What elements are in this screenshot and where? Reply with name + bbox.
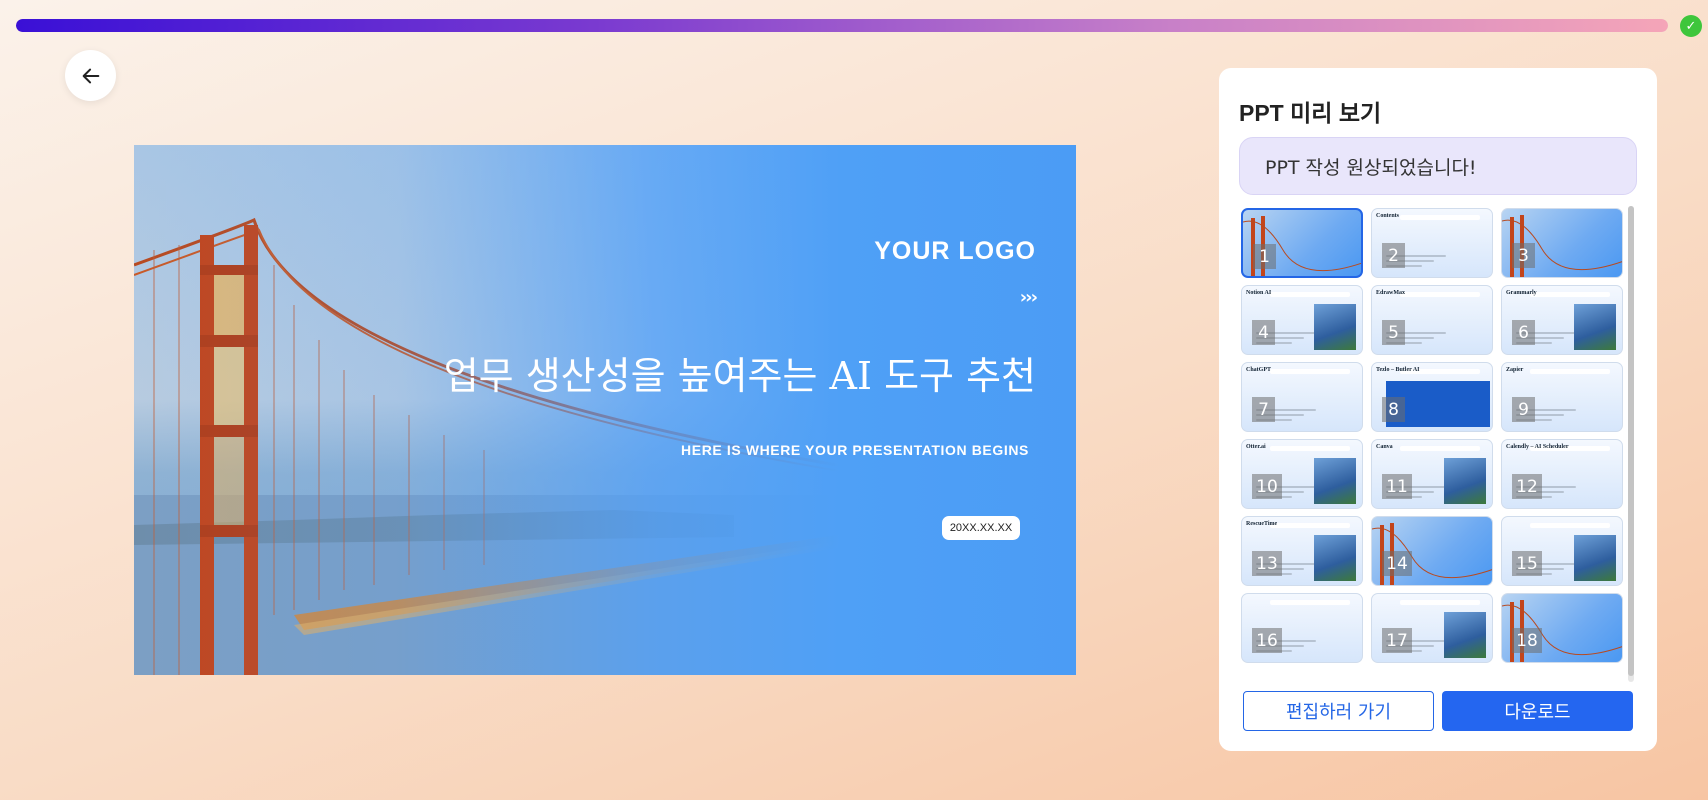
thumb-number: 14 xyxy=(1382,551,1412,576)
thumb-number: 3 xyxy=(1512,243,1535,268)
thumb-header: Contents xyxy=(1376,213,1400,219)
thumbnail-list: 1 Contents 2 3 Notion AI 4 EdrawMax 5 Grammarly 6… xyxy=(1241,208,1633,671)
slide-thumbnail[interactable]: Zapier 9 xyxy=(1501,362,1623,432)
thumb-header: Canva xyxy=(1376,444,1393,450)
thumb-number: 16 xyxy=(1252,628,1282,653)
thumb-number: 8 xyxy=(1382,397,1405,422)
scroll-thumb[interactable] xyxy=(1628,206,1634,676)
slide-thumbnail[interactable]: Notion AI 4 xyxy=(1241,285,1363,355)
thumb-header-bar xyxy=(1530,523,1610,528)
thumb-header: Notion AI xyxy=(1246,290,1272,296)
thumb-number: 13 xyxy=(1252,551,1282,576)
thumb-header-bar xyxy=(1400,292,1480,297)
thumb-photo xyxy=(1444,612,1486,658)
thumb-number: 2 xyxy=(1382,243,1405,268)
thumb-photo xyxy=(1314,458,1356,504)
thumb-number: 7 xyxy=(1252,397,1275,422)
arrow-left-icon xyxy=(82,68,99,83)
chevrons-icon: ››› xyxy=(1019,287,1038,308)
thumb-number: 10 xyxy=(1252,474,1282,499)
thumb-header: Grammarly xyxy=(1506,290,1537,296)
thumb-photo xyxy=(1314,535,1356,581)
thumb-header-bar xyxy=(1400,446,1480,451)
thumb-header-bar xyxy=(1270,446,1350,451)
thumb-number: 12 xyxy=(1512,474,1542,499)
thumb-header: EdrawMax xyxy=(1376,290,1405,296)
progress-bar xyxy=(16,19,1668,32)
slide-preview: YOUR LOGO ››› 업무 생산성을 높여주는 AI 도구 추천 HERE… xyxy=(134,145,1076,675)
preview-panel: PPT 미리 보기 PPT 작성 원상되었습니다! 1 Contents 2 3 Not… xyxy=(1219,68,1657,751)
thumb-header-bar xyxy=(1530,369,1610,374)
thumb-header: Otter.ai xyxy=(1246,444,1266,450)
thumb-header-bar xyxy=(1270,369,1350,374)
slide-subtitle: HERE IS WHERE YOUR PRESENTATION BEGINS xyxy=(681,442,1029,458)
thumb-photo xyxy=(1574,304,1616,350)
thumb-number: 1 xyxy=(1253,244,1276,269)
thumb-header-bar xyxy=(1530,292,1610,297)
thumb-number: 15 xyxy=(1512,551,1542,576)
thumb-number: 11 xyxy=(1382,474,1412,499)
thumb-header: Tezlo – Butler AI xyxy=(1376,367,1420,373)
status-message: PPT 작성 원상되었습니다! xyxy=(1239,137,1637,195)
thumb-header-bar xyxy=(1270,292,1350,297)
thumb-header-bar xyxy=(1400,600,1480,605)
slide-thumbnail[interactable]: 15 xyxy=(1501,516,1623,586)
thumb-number: 17 xyxy=(1382,628,1412,653)
slide-thumbnail[interactable]: 16 xyxy=(1241,593,1363,663)
thumb-photo xyxy=(1574,535,1616,581)
thumbnail-scrollbar[interactable] xyxy=(1628,206,1634,682)
slide-thumbnail[interactable]: RescueTime 13 xyxy=(1241,516,1363,586)
slide-thumbnail[interactable]: 18 xyxy=(1501,593,1623,663)
thumb-photo xyxy=(1314,304,1356,350)
slide-thumbnail[interactable]: Contents 2 xyxy=(1371,208,1493,278)
check-icon: ✓ xyxy=(1680,15,1702,37)
thumb-number: 9 xyxy=(1512,397,1535,422)
slide-logo: YOUR LOGO xyxy=(874,237,1036,265)
thumb-photo xyxy=(1444,458,1486,504)
thumb-number: 4 xyxy=(1252,320,1275,345)
thumb-number: 5 xyxy=(1382,320,1405,345)
slide-thumbnail[interactable]: 17 xyxy=(1371,593,1493,663)
slide-thumbnail[interactable]: Otter.ai 10 xyxy=(1241,439,1363,509)
slide-thumbnail[interactable]: EdrawMax 5 xyxy=(1371,285,1493,355)
thumb-header: ChatGPT xyxy=(1246,367,1272,373)
slide-thumbnail[interactable]: 3 xyxy=(1501,208,1623,278)
slide-overlay xyxy=(134,145,1076,675)
slide-thumbnail[interactable]: Grammarly 6 xyxy=(1501,285,1623,355)
thumb-header: Calendly – AI Scheduler xyxy=(1506,444,1569,450)
thumb-header: Zapier xyxy=(1506,367,1524,373)
thumb-number: 18 xyxy=(1512,628,1542,653)
thumb-number: 6 xyxy=(1512,320,1535,345)
download-button[interactable]: 다운로드 xyxy=(1442,691,1633,731)
slide-thumbnail[interactable]: 1 xyxy=(1241,208,1363,278)
slide-date: 20XX.XX.XX xyxy=(942,516,1020,540)
panel-title: PPT 미리 보기 xyxy=(1239,100,1382,126)
slide-thumbnail[interactable]: Tezlo – Butler AI 8 xyxy=(1371,362,1493,432)
thumb-header-bar xyxy=(1270,600,1350,605)
edit-button[interactable]: 편집하러 가기 xyxy=(1243,691,1434,731)
back-button[interactable] xyxy=(65,50,116,101)
slide-thumbnail[interactable]: ChatGPT 7 xyxy=(1241,362,1363,432)
thumb-header: RescueTime xyxy=(1246,521,1278,527)
slide-thumbnail[interactable]: Canva 11 xyxy=(1371,439,1493,509)
slide-thumbnail[interactable]: 14 xyxy=(1371,516,1493,586)
thumb-header-bar xyxy=(1270,523,1350,528)
slide-title: 업무 생산성을 높여주는 AI 도구 추천 xyxy=(443,354,1036,398)
thumb-header-bar xyxy=(1400,215,1480,220)
slide-thumbnail[interactable]: Calendly – AI Scheduler 12 xyxy=(1501,439,1623,509)
progress-fill xyxy=(16,19,1668,32)
